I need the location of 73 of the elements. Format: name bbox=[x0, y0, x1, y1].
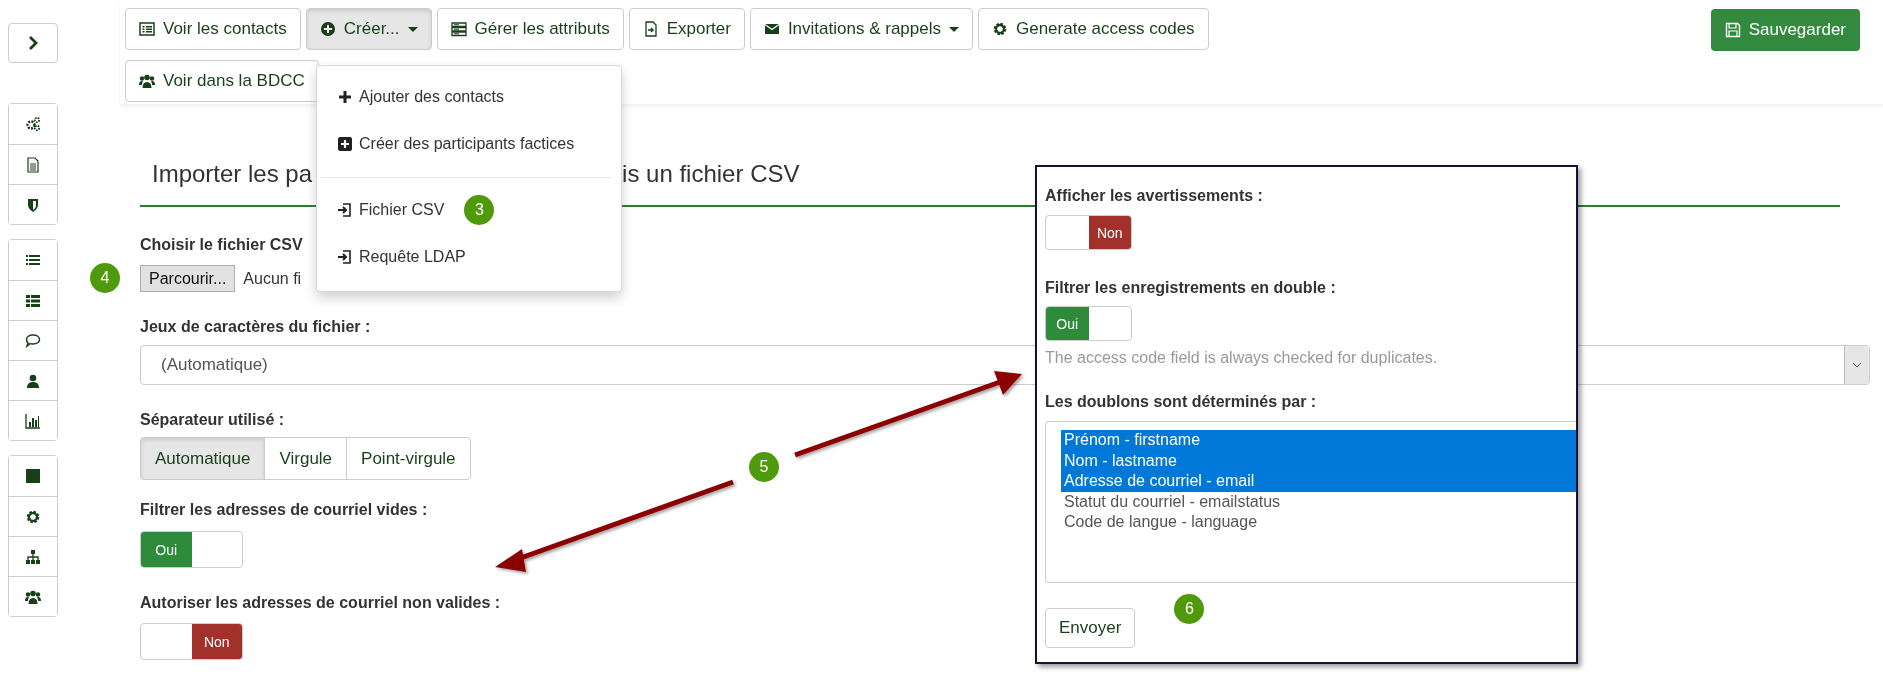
toggle-switch[interactable]: Oui bbox=[1045, 306, 1132, 341]
section-title: is un fichier CSV bbox=[622, 160, 800, 188]
sidebar-button[interactable] bbox=[9, 576, 57, 616]
list-icon bbox=[25, 292, 41, 309]
document-icon bbox=[25, 156, 41, 173]
caret-icon bbox=[407, 26, 418, 32]
sign-in-icon bbox=[337, 248, 353, 265]
toolbar-button[interactable]: Gérer les attributs bbox=[436, 8, 624, 50]
sidebar-button[interactable] bbox=[9, 400, 57, 440]
step-badge: 4 bbox=[90, 263, 120, 293]
segment-button[interactable]: Automatique bbox=[140, 437, 266, 480]
field-label: Jeux de caractères du fichier : bbox=[140, 317, 371, 337]
expand-sidebar-button[interactable] bbox=[8, 23, 58, 63]
menu-item[interactable]: Créer des participants factices bbox=[317, 120, 621, 167]
segment-button[interactable]: Virgule bbox=[264, 437, 348, 480]
caret-icon bbox=[949, 26, 959, 32]
field-label: Filtrer les enregistrements en double : bbox=[1045, 278, 1336, 298]
server-icon bbox=[450, 21, 467, 37]
plus-circle-icon bbox=[319, 21, 336, 37]
field-label: Filtrer les adresses de courriel vides : bbox=[140, 500, 428, 520]
toggle-switch[interactable]: Non bbox=[1045, 215, 1132, 250]
toolbar-button[interactable]: Exporter bbox=[628, 8, 745, 50]
toolbar-button[interactable]: Generate access codes bbox=[978, 8, 1209, 50]
step-badge: 3 bbox=[464, 194, 495, 225]
settings-icon bbox=[992, 21, 1008, 37]
gears-icon bbox=[25, 116, 41, 132]
plus-icon bbox=[337, 88, 353, 105]
toggle-switch[interactable]: Oui bbox=[140, 531, 243, 568]
field-label: Choisir le fichier CSV bbox=[140, 235, 303, 255]
menu-item[interactable]: Ajouter des contacts bbox=[317, 73, 621, 120]
export-file-icon bbox=[642, 21, 659, 37]
users-icon bbox=[139, 73, 155, 89]
users-icon bbox=[25, 588, 41, 605]
toggle-switch[interactable]: Non bbox=[140, 623, 243, 660]
list-option[interactable]: Nom - lastname bbox=[1061, 450, 1576, 471]
save-button[interactable]: Sauvegarder bbox=[1710, 9, 1860, 51]
list-option[interactable]: Statut du courriel - emailstatus bbox=[1061, 491, 1576, 512]
sign-in-icon bbox=[337, 201, 353, 218]
settings-icon bbox=[25, 508, 41, 525]
menu-item[interactable]: Fichier CSV 3 bbox=[317, 186, 621, 233]
toolbar-button[interactable]: Invitations & rappels bbox=[749, 8, 973, 50]
chevron-down-icon bbox=[1852, 362, 1862, 368]
segment-button[interactable]: Point-virgule bbox=[346, 437, 471, 480]
file-status: Aucun fi bbox=[243, 269, 302, 288]
field-label: Les doublons sont déterminés par : bbox=[1045, 392, 1317, 412]
step-badge: 5 bbox=[749, 452, 779, 482]
fields-listbox[interactable]: Prénom - firstname Nom - lastname Adresse de courriel - email Statut du courriel - emailstatus Code de langue - language bbox=[1045, 421, 1576, 583]
plus-square-icon bbox=[337, 135, 353, 152]
list-icon bbox=[25, 252, 41, 268]
shield-icon bbox=[25, 196, 41, 213]
toolbar-button[interactable]: Créer... bbox=[305, 8, 432, 50]
field-label: Afficher les avertissements : bbox=[1045, 186, 1263, 206]
bar-chart-icon bbox=[25, 412, 41, 429]
step-badge: 6 bbox=[1174, 594, 1205, 624]
browse-button[interactable]: Parcourir... bbox=[140, 265, 236, 292]
square-icon bbox=[25, 468, 41, 484]
speech-bubble-icon bbox=[25, 332, 41, 349]
field-label: Autoriser les adresses de courriel non valides : bbox=[140, 593, 501, 613]
help-text: The access code field is always checked for duplicates. bbox=[1045, 349, 1439, 367]
list-icon bbox=[139, 21, 155, 37]
sidebar-button[interactable] bbox=[9, 184, 57, 224]
section-title: Importer les pa bbox=[152, 160, 313, 188]
menu-item[interactable]: Requête LDAP bbox=[317, 233, 621, 280]
field-label: Séparateur utilisé : bbox=[140, 410, 285, 430]
list-option[interactable]: Prénom - firstname bbox=[1061, 430, 1576, 451]
hierarchy-icon bbox=[25, 548, 41, 565]
toolbar-button[interactable]: Voir les contacts bbox=[125, 8, 301, 50]
list-option[interactable]: Adresse de courriel - email bbox=[1061, 471, 1576, 492]
envelope-icon bbox=[763, 21, 780, 37]
list-option[interactable]: Code de langue - language bbox=[1061, 512, 1576, 533]
toolbar-button[interactable]: Voir dans la BDCC bbox=[125, 60, 319, 102]
user-icon bbox=[25, 372, 41, 389]
submit-button[interactable]: Envoyer bbox=[1045, 608, 1136, 648]
